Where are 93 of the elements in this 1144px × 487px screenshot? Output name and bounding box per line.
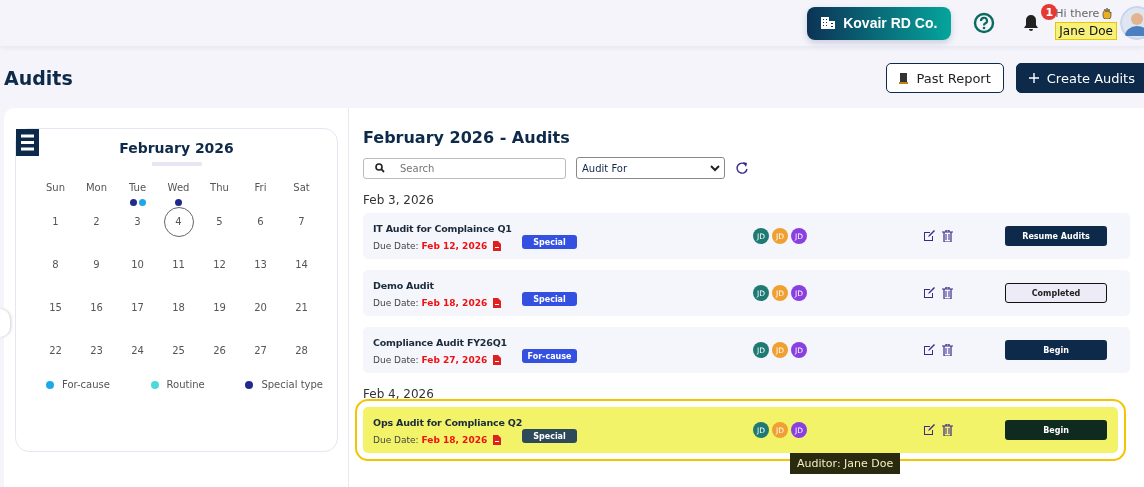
action-button[interactable]: Begin [1005, 420, 1107, 440]
calendar-day[interactable]: 21 [286, 292, 317, 323]
weekday-label: Sun [45, 181, 66, 195]
chevron-icon [710, 164, 720, 172]
calendar-day[interactable]: 2 [81, 206, 112, 237]
type-badge: For-cause [522, 349, 577, 363]
search-field[interactable]: Search [363, 157, 566, 179]
hand-icon [1101, 7, 1114, 19]
calendar-day[interactable]: 27 [245, 335, 276, 366]
edit-icon[interactable] [923, 230, 935, 242]
calendar-day[interactable]: 14 [286, 249, 317, 280]
delete-icon[interactable] [942, 230, 953, 242]
calendar-day[interactable]: 20 [245, 292, 276, 323]
action-button[interactable]: Completed [1005, 283, 1107, 303]
calendar-day[interactable]: 19 [204, 292, 235, 323]
due-label: Due Date: [373, 434, 419, 445]
company-button[interactable]: Kovair RD Co. [807, 6, 952, 40]
type-badge: Special [522, 235, 577, 249]
calendar-day[interactable]: 8 [40, 249, 71, 280]
calendar-day[interactable]: 11 [163, 249, 194, 280]
calendar-day[interactable]: 13 [245, 249, 276, 280]
page-title: Audits [4, 67, 73, 89]
due-date: Feb 18, 2026 [421, 297, 488, 308]
edit-icon[interactable] [923, 344, 935, 356]
delete-icon[interactable] [942, 287, 953, 299]
due-date: Feb 12, 2026 [421, 240, 488, 251]
audit-title: Compliance Audit FY26Q1 [373, 335, 508, 350]
menu-icon[interactable] [16, 129, 39, 156]
plus-icon [1028, 73, 1039, 83]
due-label: Due Date: [373, 354, 419, 365]
weekday-label: Sat [292, 181, 311, 195]
calendar-day[interactable]: 6 [245, 206, 276, 237]
calendar-day[interactable]: 9 [81, 249, 112, 280]
report-icon [899, 72, 909, 84]
create-button[interactable]: Create Audits [1015, 63, 1144, 93]
audit-title: Ops Audit for Compliance Q2 [373, 415, 524, 430]
calendar-day[interactable]: 26 [204, 335, 235, 366]
group-date: Feb 4, 2026 [363, 387, 435, 401]
audit-title: IT Audit for Complaince Q1 [373, 221, 513, 236]
group-date: Feb 3, 2026 [363, 193, 435, 207]
audit-title: Demo Audit [373, 278, 435, 293]
due-date: Feb 27, 2026 [421, 354, 488, 365]
help-icon[interactable] [973, 12, 996, 34]
weekday-label: Tue [127, 181, 148, 195]
calendar-day[interactable]: 25 [163, 335, 194, 366]
calendar-day[interactable]: 28 [286, 335, 317, 366]
due-date: Feb 18, 2026 [421, 434, 488, 445]
action-button[interactable]: Begin [1005, 340, 1107, 360]
refresh-icon[interactable] [735, 161, 749, 175]
edit-icon[interactable] [923, 424, 935, 436]
greeting-text: Hi there [1055, 6, 1100, 20]
calendar-day[interactable]: 10 [122, 249, 153, 280]
avatar-icon[interactable] [1120, 6, 1144, 40]
legend-label: Special type [261, 379, 323, 390]
calendar-day[interactable]: 15 [40, 292, 71, 323]
delete-icon[interactable] [942, 424, 953, 436]
calendar-month: February 2026 [118, 139, 235, 157]
weekday-label: Thu [209, 181, 230, 195]
legend-label: For-cause [62, 379, 110, 390]
legend-label: Routine [166, 379, 205, 390]
calendar-day[interactable]: 5 [204, 206, 235, 237]
calendar-day[interactable]: 23 [81, 335, 112, 366]
calendar-day[interactable]: 22 [40, 335, 71, 366]
calendar-day[interactable]: 17 [122, 292, 153, 323]
calendar-day[interactable]: 16 [81, 292, 112, 323]
section-title: February 2026 - Audits [363, 128, 571, 147]
delete-icon[interactable] [942, 344, 953, 356]
weekday-label: Mon [84, 181, 109, 195]
user-name: Jane Doe [1055, 21, 1117, 40]
tooltip: Auditor: Jane Doe [790, 453, 901, 474]
calendar-day[interactable]: 3 [122, 206, 153, 237]
search-icon [375, 162, 385, 173]
report-button[interactable]: Past Report [886, 63, 1004, 93]
edit-icon[interactable] [923, 287, 935, 299]
action-button[interactable]: Resume Audits [1005, 226, 1107, 246]
pdf-icon[interactable] [493, 240, 502, 251]
due-label: Due Date: [373, 297, 419, 308]
pdf-icon[interactable] [493, 354, 502, 365]
due-label: Due Date: [373, 240, 419, 251]
type-badge: Special [522, 429, 577, 443]
calendar-day[interactable]: 1 [40, 206, 71, 237]
weekday-label: Fri [253, 181, 268, 195]
calendar-day[interactable]: 12 [204, 249, 235, 280]
building-icon [821, 17, 836, 29]
collapse-handle[interactable] [0, 309, 10, 337]
calendar-day[interactable]: 24 [122, 335, 153, 366]
pdf-icon[interactable] [493, 297, 502, 308]
audit-for-dropdown[interactable]: Audit For [576, 157, 725, 179]
type-badge: Special [522, 292, 577, 306]
calendar-day[interactable]: 7 [286, 206, 317, 237]
calendar-day[interactable]: 18 [163, 292, 194, 323]
pdf-icon[interactable] [493, 434, 502, 445]
weekday-label: Wed [166, 181, 191, 195]
